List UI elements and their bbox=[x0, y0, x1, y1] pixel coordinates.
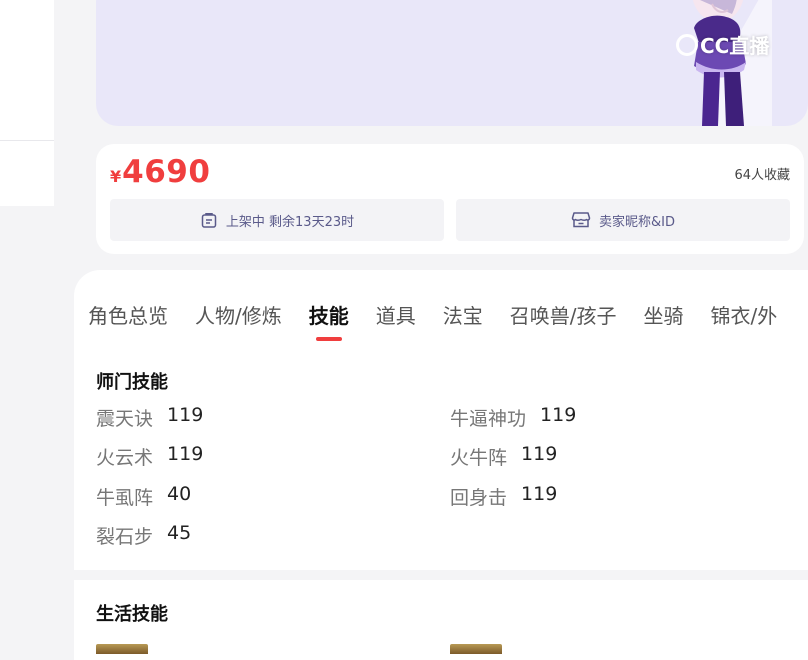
seller-text: 卖家昵称&ID bbox=[599, 214, 675, 230]
tab-skills[interactable]: 技能 bbox=[309, 300, 349, 329]
watermark-logo-icon bbox=[676, 33, 698, 56]
listing-status-box: 上架中 剩余13天23时 bbox=[110, 199, 444, 241]
skill-level: 119 bbox=[167, 404, 204, 426]
skill-level: 119 bbox=[521, 443, 558, 465]
skill-name: 牛逼神功 bbox=[450, 408, 527, 430]
skill-level: 119 bbox=[540, 404, 577, 426]
skill-item: 火云术 119 bbox=[96, 443, 203, 470]
skill-item: 牛虱阵 40 bbox=[96, 483, 191, 510]
skill-item: 裂石步 45 bbox=[96, 522, 191, 549]
life-skill-icon bbox=[96, 644, 148, 654]
skill-level: 119 bbox=[167, 443, 204, 465]
detail-card: 角色总览 人物/修炼 技能 道具 法宝 召唤兽/孩子 坐骑 锦衣/外 师门技能 … bbox=[74, 270, 808, 570]
tab-character-cultivation[interactable]: 人物/修炼 bbox=[195, 300, 282, 329]
skill-name: 回身击 bbox=[450, 487, 508, 509]
skill-item: 震天诀 119 bbox=[96, 404, 203, 431]
shop-icon bbox=[571, 212, 591, 228]
life-skill-icon bbox=[450, 644, 502, 654]
price-card: ¥ 4690 64人收藏 上架中 剩余13天23时 卖家昵称&ID bbox=[96, 144, 804, 254]
skill-name: 裂石步 bbox=[96, 526, 154, 548]
listing-status-text: 上架中 剩余13天23时 bbox=[225, 214, 355, 230]
character-figure-image bbox=[692, 0, 772, 126]
character-banner bbox=[96, 0, 808, 126]
tab-treasures[interactable]: 法宝 bbox=[443, 300, 483, 329]
watermark-text: CC直播 bbox=[700, 34, 770, 58]
category-tabs: 角色总览 人物/修炼 技能 道具 法宝 召唤兽/孩子 坐骑 锦衣/外 bbox=[88, 300, 777, 329]
tab-overview[interactable]: 角色总览 bbox=[88, 300, 168, 329]
school-skills-title: 师门技能 bbox=[96, 372, 168, 393]
life-skills-title: 生活技能 bbox=[96, 604, 168, 625]
left-panel-divider bbox=[0, 140, 54, 141]
tab-items[interactable]: 道具 bbox=[376, 300, 416, 329]
skill-name: 牛虱阵 bbox=[96, 487, 154, 509]
left-panel bbox=[0, 0, 54, 206]
live-watermark: CC直播 bbox=[676, 30, 769, 59]
listing-bag-icon bbox=[201, 213, 217, 228]
skill-level: 40 bbox=[167, 483, 192, 505]
skill-level: 45 bbox=[167, 522, 192, 544]
tab-summons-children[interactable]: 召唤兽/孩子 bbox=[510, 300, 617, 329]
price-currency: ¥ bbox=[110, 167, 122, 186]
skill-item: 牛逼神功 119 bbox=[450, 404, 576, 431]
favorites-count[interactable]: 64人收藏 bbox=[734, 164, 790, 183]
skill-name: 火云术 bbox=[96, 447, 154, 469]
price: ¥ 4690 bbox=[110, 154, 210, 190]
seller-box[interactable]: 卖家昵称&ID bbox=[456, 199, 790, 241]
skill-item: 回身击 119 bbox=[450, 483, 557, 510]
skill-name: 震天诀 bbox=[96, 408, 154, 430]
tab-mounts[interactable]: 坐骑 bbox=[644, 300, 684, 329]
skill-level: 119 bbox=[521, 483, 558, 505]
life-skills-card: 生活技能 bbox=[74, 580, 808, 660]
skill-item: 火牛阵 119 bbox=[450, 443, 557, 470]
skill-name: 火牛阵 bbox=[450, 447, 508, 469]
price-amount: 4690 bbox=[122, 154, 211, 190]
tab-outfits[interactable]: 锦衣/外 bbox=[711, 300, 778, 329]
